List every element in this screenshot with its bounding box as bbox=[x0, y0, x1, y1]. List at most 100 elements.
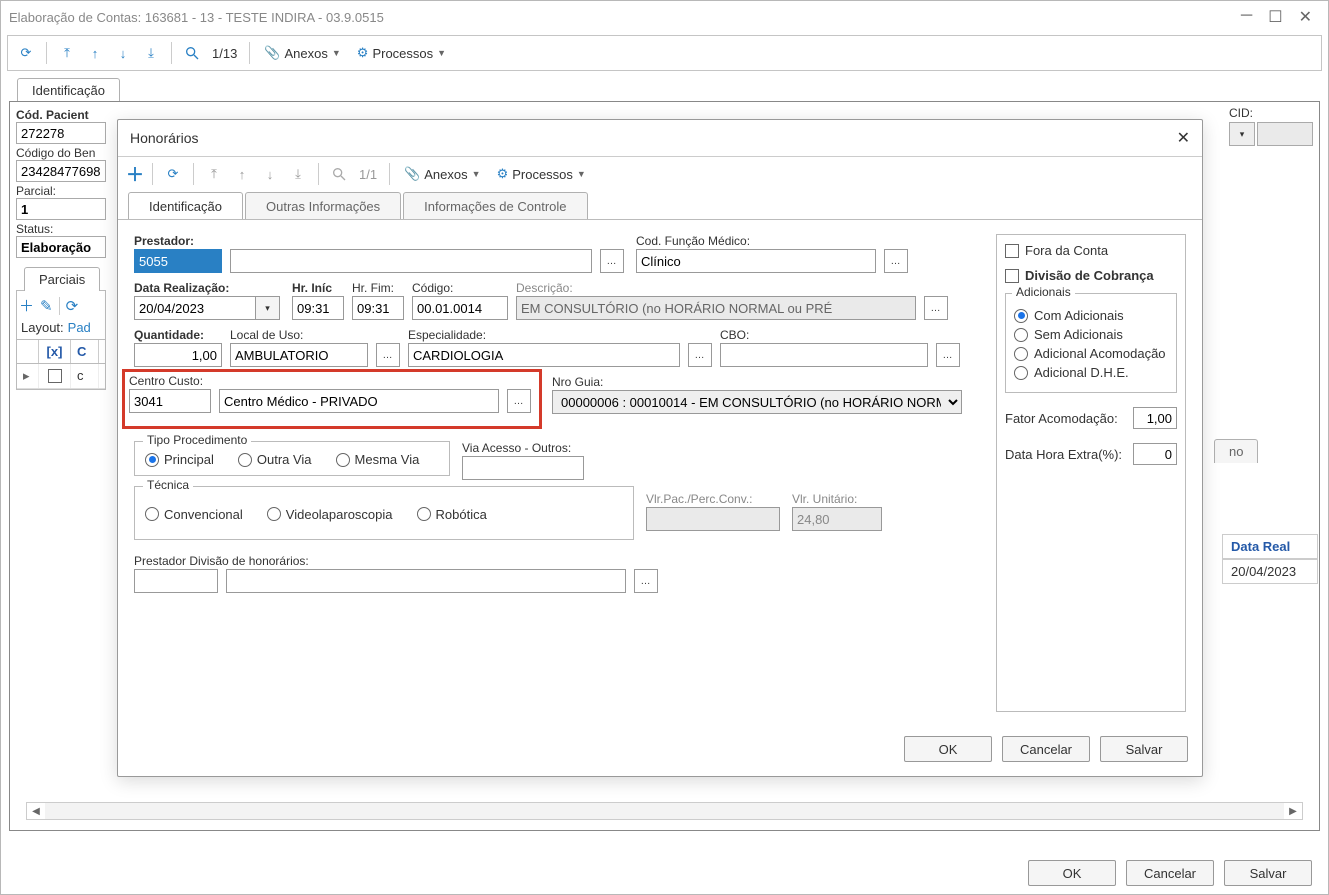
fora-conta-check[interactable]: Fora da Conta bbox=[1005, 243, 1177, 258]
radio-convencional[interactable]: Convencional bbox=[145, 507, 243, 522]
valores-container: Vlr.Pac./Perc.Conv.: Vlr. Unitário: bbox=[646, 492, 882, 531]
separator bbox=[152, 163, 153, 185]
radio-outra-via[interactable]: Outra Via bbox=[238, 452, 312, 467]
radio-com-adicionais[interactable]: Com Adicionais bbox=[1014, 308, 1168, 323]
radio-dot-icon bbox=[336, 453, 350, 467]
centro-custo-code-input[interactable] bbox=[129, 389, 211, 413]
especialidade-input[interactable] bbox=[408, 343, 680, 367]
prest-div-label: Prestador Divisão de honorários: bbox=[134, 554, 218, 568]
prest-div-name-input[interactable] bbox=[226, 569, 626, 593]
anexos-label: Anexos bbox=[424, 167, 467, 182]
centro-custo-name-input[interactable] bbox=[219, 389, 499, 413]
radio-adicional-dhe[interactable]: Adicional D.H.E. bbox=[1014, 365, 1168, 380]
radio-dot-icon bbox=[145, 507, 159, 521]
div-cobranca-check[interactable]: Divisão de Cobrança bbox=[1005, 268, 1177, 283]
via-acesso-input[interactable] bbox=[462, 456, 584, 480]
main-window: Elaboração de Contas: 163681 - 13 - TEST… bbox=[0, 0, 1329, 895]
prestador-code-field: Prestador: bbox=[134, 234, 222, 273]
arrow-up-bar-icon[interactable]: ⤒ bbox=[202, 162, 226, 186]
hr-inic-label: Hr. Iníc bbox=[292, 281, 344, 295]
radio-principal[interactable]: Principal bbox=[145, 452, 214, 467]
modal-cancelar-button[interactable]: Cancelar bbox=[1002, 736, 1090, 762]
quantidade-row: Quantidade: Local de Uso: … Especi bbox=[134, 328, 984, 367]
centro-custo-row: Centro Custo: … bbox=[129, 374, 535, 413]
descricao-lookup-button[interactable]: … bbox=[924, 296, 948, 320]
cod-funcao-input[interactable] bbox=[636, 249, 876, 273]
modal-toolbar: ＋ ⟳ ⤒ ↑ ↓ ⤓ 1/1 📎 Anexos ▼ bbox=[118, 157, 1202, 191]
radio-robotica[interactable]: Robótica bbox=[417, 507, 487, 522]
hr-fim-input[interactable] bbox=[352, 296, 404, 320]
prest-div-lookup-button[interactable]: … bbox=[634, 569, 658, 593]
arrow-up-icon[interactable]: ↑ bbox=[230, 162, 254, 186]
cod-funcao-field: Cod. Função Médico: bbox=[636, 234, 876, 273]
radio-sem-adicionais[interactable]: Sem Adicionais bbox=[1014, 327, 1168, 342]
add-icon[interactable]: ＋ bbox=[126, 161, 144, 187]
prestador-code-input[interactable] bbox=[134, 249, 222, 273]
local-uso-lookup-button[interactable]: … bbox=[376, 343, 400, 367]
prest-div-lookup-field: … bbox=[634, 554, 658, 593]
centro-custo-label: Centro Custo: bbox=[129, 374, 211, 388]
gear-icon: ⚙ bbox=[497, 166, 509, 182]
hr-inic-field: Hr. Iníc bbox=[292, 281, 344, 320]
search-icon[interactable] bbox=[327, 162, 351, 186]
data-realizacao-input[interactable] bbox=[134, 296, 256, 320]
radio-dot-icon bbox=[417, 507, 431, 521]
tab-informacoes-controle[interactable]: Informações de Controle bbox=[403, 192, 587, 220]
cbo-lookup-button[interactable]: … bbox=[936, 343, 960, 367]
div-cobranca-label: Divisão de Cobrança bbox=[1025, 268, 1154, 283]
vlr-pac-label: Vlr.Pac./Perc.Conv.: bbox=[646, 492, 780, 506]
cbo-input[interactable] bbox=[720, 343, 928, 367]
adicionais-legend: Adicionais bbox=[1012, 285, 1075, 299]
radio-videolaparoscopia[interactable]: Videolaparoscopia bbox=[267, 507, 393, 522]
quantidade-input[interactable] bbox=[134, 343, 222, 367]
cbo-label: CBO: bbox=[720, 328, 928, 342]
quantidade-label: Quantidade: bbox=[134, 328, 222, 342]
radio-adicional-acomodacao[interactable]: Adicional Acomodação bbox=[1014, 346, 1168, 361]
data-hora-extra-row: Data Hora Extra(%): bbox=[1005, 443, 1177, 465]
data-realizacao-picker[interactable]: ▾ bbox=[134, 296, 284, 320]
data-hora-input[interactable] bbox=[1133, 443, 1177, 465]
fator-acomodacao-row: Fator Acomodação: bbox=[1005, 407, 1177, 429]
refresh-icon[interactable]: ⟳ bbox=[161, 162, 185, 186]
prestador-lookup-button[interactable]: … bbox=[600, 249, 624, 273]
vlr-unit-input bbox=[792, 507, 882, 531]
tipo-proc-container: Tipo Procedimento Principal Outra Via Me… bbox=[134, 441, 984, 486]
centro-custo-lookup-button[interactable]: … bbox=[507, 389, 531, 413]
local-uso-field: Local de Uso: bbox=[230, 328, 368, 367]
centro-custo-row-container: Centro Custo: … bbox=[134, 375, 984, 433]
hr-inic-input[interactable] bbox=[292, 296, 344, 320]
local-uso-input[interactable] bbox=[230, 343, 368, 367]
radio-mesma-via[interactable]: Mesma Via bbox=[336, 452, 420, 467]
modal-processos-menu[interactable]: ⚙ Processos ▼ bbox=[491, 166, 592, 182]
radio-dot-icon bbox=[1014, 366, 1028, 380]
modal-right-column: Fora da Conta Divisão de Cobrança Adicio… bbox=[996, 234, 1186, 712]
calendar-dropdown-icon[interactable]: ▾ bbox=[256, 296, 280, 320]
fator-acom-label: Fator Acomodação: bbox=[1005, 411, 1118, 426]
separator bbox=[193, 163, 194, 185]
tecnica-container: Técnica Convencional Videolaparoscopia R… bbox=[134, 486, 984, 550]
fator-acom-input[interactable] bbox=[1133, 407, 1177, 429]
local-uso-label: Local de Uso: bbox=[230, 328, 368, 342]
descricao-lookup-field: … bbox=[924, 281, 948, 320]
tab-identificacao[interactable]: Identificação bbox=[128, 192, 243, 220]
modal-ok-button[interactable]: OK bbox=[904, 736, 992, 762]
prestador-name-input[interactable] bbox=[230, 249, 592, 273]
nro-guia-select[interactable]: 00000006 : 00010014 - EM CONSULTÓRIO (no… bbox=[552, 390, 962, 414]
modal-close-icon[interactable]: ✕ bbox=[1177, 128, 1190, 148]
arrow-down-bar-icon[interactable]: ⤓ bbox=[286, 162, 310, 186]
modal-salvar-button[interactable]: Salvar bbox=[1100, 736, 1188, 762]
modal-anexos-menu[interactable]: 📎 Anexos ▼ bbox=[398, 166, 486, 182]
especialidade-lookup-button[interactable]: … bbox=[688, 343, 712, 367]
prest-div-row: Prestador Divisão de honorários: … bbox=[134, 554, 984, 593]
prest-div-code-input[interactable] bbox=[134, 569, 218, 593]
checkbox-icon bbox=[1005, 244, 1019, 258]
nro-guia-field: Nro Guia: 00000006 : 00010014 - EM CONSU… bbox=[552, 375, 962, 414]
tab-outras-informacoes[interactable]: Outras Informações bbox=[245, 192, 401, 220]
codigo-input[interactable] bbox=[412, 296, 508, 320]
arrow-down-icon[interactable]: ↓ bbox=[258, 162, 282, 186]
separator bbox=[318, 163, 319, 185]
radio-dot-icon bbox=[238, 453, 252, 467]
modal-overlay: Honorários ✕ ＋ ⟳ ⤒ ↑ ↓ ⤓ 1/1 bbox=[1, 1, 1328, 894]
cod-funcao-lookup-button[interactable]: … bbox=[884, 249, 908, 273]
prestador-name-field bbox=[230, 234, 592, 273]
